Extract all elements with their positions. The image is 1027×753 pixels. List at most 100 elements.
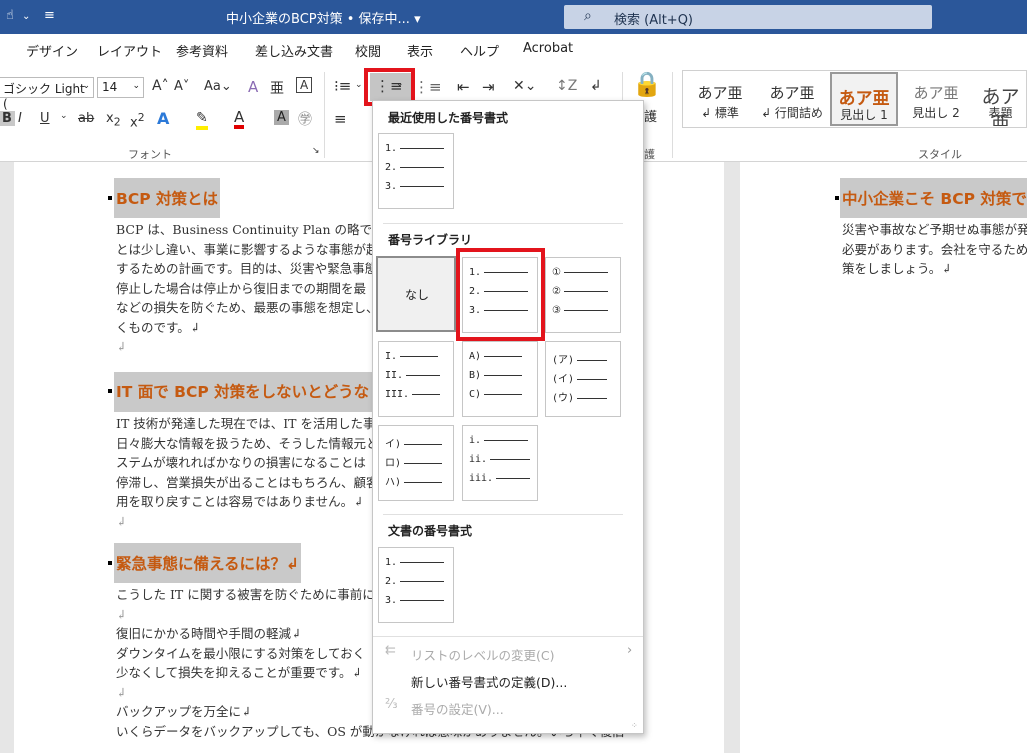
list-bullet: [108, 389, 112, 393]
style-normal[interactable]: あア亜 ↲ 標準: [686, 72, 754, 126]
italic-icon[interactable]: I: [18, 111, 22, 126]
heading-emergency[interactable]: 緊急事態に備えるには？↲: [114, 543, 302, 583]
text-line: BCP は、Business Continuity Plan の略で、「: [116, 222, 376, 237]
strikethrough-icon[interactable]: ab: [78, 111, 94, 126]
heading-it-bcp[interactable]: IT 面で BCP 対策をしないとどうな: [114, 372, 374, 412]
text-line: とは少し違い、事業に影響するような事態が起: [116, 241, 376, 257]
paragraph-mark: ↲: [116, 339, 127, 354]
character-spacing-icon[interactable]: ✕⌄: [513, 78, 536, 94]
document-format-tile[interactable]: 1. 2. 3.: [378, 547, 454, 623]
document-title[interactable]: 中小企業のBCP対策 • 保存中... ▾: [226, 8, 421, 27]
heading-bcp[interactable]: BCP 対策とは: [114, 178, 220, 218]
bold-icon[interactable]: B: [0, 111, 15, 126]
text-line: 策をしましょう。↲: [842, 261, 952, 276]
multilevel-list-icon[interactable]: ⋮≡: [414, 78, 442, 96]
resize-grip-icon[interactable]: ⁘: [631, 721, 638, 730]
recent-format-tile[interactable]: 1. 2. 3.: [378, 133, 454, 209]
tab-view[interactable]: 表示: [407, 41, 433, 60]
word-window: ☝ ⌄ ≡ 中小企業のBCP対策 • 保存中... ▾ ⌕ 検索 (Alt+Q)…: [0, 0, 1027, 753]
font-dialog-launcher-icon[interactable]: ↘: [312, 146, 320, 156]
format-iroha-tile[interactable]: イ) ロ) ハ): [378, 425, 454, 501]
tab-help[interactable]: ヘルプ: [460, 41, 499, 60]
tab-mailings[interactable]: 差し込み文書: [255, 41, 333, 60]
text-line: 日々膨大な情報を扱うため、そうした情報元と: [116, 435, 376, 451]
font-name-box[interactable]: ゴシック Light (⌄: [0, 77, 94, 111]
align-left-icon[interactable]: ≡: [334, 110, 347, 128]
highlight-icon[interactable]: ✎: [196, 110, 208, 130]
font-size-box[interactable]: 14 ⌄: [97, 77, 144, 98]
tab-references[interactable]: 参考資料: [176, 41, 228, 60]
character-border-icon[interactable]: A: [296, 77, 313, 93]
text-line: 災害や事故など予期せぬ事態が発: [842, 222, 1027, 237]
text-line: 停滞し、営業損失が出ることはもちろん、顧客: [116, 474, 376, 490]
number-label: ③: [552, 305, 561, 316]
superscript-icon[interactable]: x2: [130, 111, 145, 130]
number-label: ①: [552, 267, 561, 278]
enclose-character-icon[interactable]: ㊫: [298, 109, 312, 129]
number-label: イ): [385, 439, 402, 450]
paragraph-2[interactable]: IT 技術が発達した現在では、IT を活用した事業 日々膨大な情報を扱うため、そ…: [116, 414, 376, 531]
customize-toolbar-icon[interactable]: ≡: [44, 8, 55, 23]
style-heading2[interactable]: あア亜 見出し 2: [902, 72, 970, 126]
chevron-down-icon[interactable]: ⌄: [22, 11, 30, 22]
format-alpha-tile[interactable]: A) B) C): [462, 341, 538, 417]
number-label: 2.: [385, 576, 398, 587]
lock-icon[interactable]: 🔒: [632, 70, 662, 98]
subscript-icon[interactable]: x2: [106, 111, 121, 129]
text-line: するための計画です。目的は、災害や緊急事態: [116, 261, 376, 276]
tab-acrobat[interactable]: Acrobat: [523, 41, 573, 56]
chevron-down-icon[interactable]: ⌄: [355, 80, 363, 90]
style-title[interactable]: あア亜 表題: [974, 72, 1027, 126]
shrink-font-icon[interactable]: A˅: [174, 79, 189, 94]
number-label: I.: [385, 351, 398, 362]
recent-formats-title: 最近使用した番号書式: [388, 111, 509, 125]
set-numbering-value-item[interactable]: 番号の設定(V)...: [411, 699, 504, 718]
document-formats-title: 文書の番号書式: [388, 524, 473, 538]
phonetic-guide-icon[interactable]: 亜: [270, 78, 284, 98]
decrease-indent-icon[interactable]: ⇤: [457, 78, 470, 96]
style-preview: あア亜: [913, 84, 959, 102]
format-lower-roman-tile[interactable]: i. ii. iii.: [462, 425, 538, 501]
style-name: ↲ 標準: [701, 106, 739, 120]
number-label: 3.: [385, 595, 398, 606]
search-icon: ⌕: [584, 8, 592, 24]
style-name: 見出し 1: [840, 108, 888, 122]
chevron-down-icon: ⌄: [132, 81, 140, 91]
number-label: ii.: [469, 454, 488, 465]
sort-icon[interactable]: ↕Z: [556, 78, 577, 94]
character-shading-icon[interactable]: A: [274, 110, 289, 125]
style-preview: あア亜: [769, 84, 815, 102]
format-circled-tile[interactable]: ① ② ③: [545, 257, 621, 333]
heading-sme-bcp[interactable]: 中小企業こそ BCP 対策で: [840, 178, 1027, 218]
format-katakana-tile[interactable]: (ア) (イ) (ウ): [545, 341, 621, 417]
paragraph-right[interactable]: 災害や事故など予期せぬ事態が発 必要があります。会社を守るため 策をしましょう。…: [842, 220, 1027, 279]
paragraph-1[interactable]: BCP は、Business Continuity Plan の略で、「 とは少…: [116, 220, 376, 357]
format-none-tile[interactable]: なし: [376, 256, 456, 332]
show-marks-icon[interactable]: ↲: [590, 78, 602, 94]
menu-divider: [383, 223, 623, 224]
grow-font-icon[interactable]: A˄: [152, 78, 169, 94]
clear-format-icon[interactable]: A: [248, 78, 258, 96]
style-heading1[interactable]: あア亜 見出し 1: [830, 72, 898, 126]
bullets-icon[interactable]: ⁝≡: [334, 77, 351, 95]
chevron-down-icon[interactable]: ⌄: [60, 111, 68, 121]
tab-layout[interactable]: レイアウト: [97, 41, 162, 60]
text-line: などの損失を防ぐため、最悪の事態を想定し、: [116, 300, 376, 315]
tab-review[interactable]: 校閲: [355, 41, 381, 60]
search-box[interactable]: ⌕ 検索 (Alt+Q): [564, 5, 932, 29]
increase-indent-icon[interactable]: ⇥: [482, 78, 495, 96]
change-list-level-item[interactable]: リストのレベルの変更(C): [411, 645, 554, 664]
format-roman-tile[interactable]: I. II. III.: [378, 341, 454, 417]
style-no-spacing[interactable]: あア亜 ↲ 行間詰め: [758, 72, 826, 126]
list-bullet: [108, 561, 112, 565]
text-line: ステムが壊れればかなりの損害になることは: [116, 455, 366, 470]
tab-design[interactable]: デザイン: [26, 41, 78, 60]
text-effects-icon[interactable]: A: [157, 109, 169, 128]
change-case-icon[interactable]: Aa⌄: [204, 79, 232, 94]
define-new-format-item[interactable]: 新しい番号書式の定義(D)...: [411, 672, 567, 691]
font-color-icon[interactable]: A: [234, 109, 245, 129]
underline-icon[interactable]: U: [40, 111, 50, 126]
styles-group-label: スタイル: [918, 148, 962, 161]
format-highlight-box: [456, 248, 545, 341]
touch-mode-icon[interactable]: ☝: [6, 8, 14, 23]
